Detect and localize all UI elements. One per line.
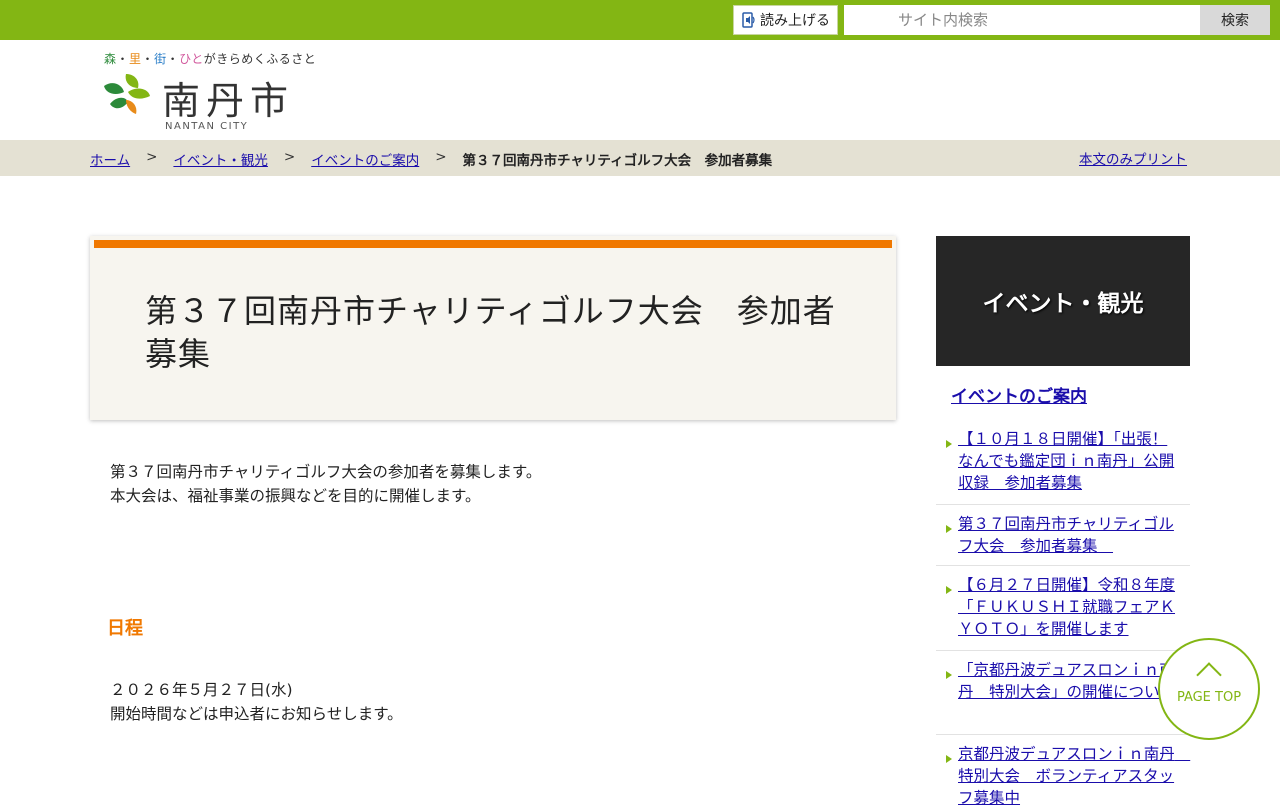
- breadcrumb-separator: >: [283, 149, 296, 165]
- schedule-heading: 日程: [107, 618, 143, 639]
- sidebar-list-item: 【１０月１８日開催】「出張！なんでも鑑定団ｉｎ南丹」公開収録 参加者募集: [936, 428, 1190, 505]
- page-top-label: PAGE TOP: [1176, 690, 1242, 705]
- bullet-triangle-icon: [946, 671, 952, 679]
- title-accent-bar: [94, 240, 892, 248]
- bullet-triangle-icon: [946, 440, 952, 448]
- print-body-link[interactable]: 本文のみプリント: [1079, 148, 1187, 168]
- sidebar-heading: イベント・観光: [936, 236, 1190, 366]
- speaker-icon: [742, 12, 756, 28]
- sidebar-list-item: 【６月２７日開催】令和８年度「ＦＵＫＵＳＨＩ就職フェアＫＹＯＴＯ」を開催します: [936, 574, 1190, 651]
- sidebar-list-item: 「京都丹波デュアスロンｉｎ南丹 特別大会」の開催について: [936, 659, 1190, 735]
- site-logo[interactable]: 森・里・街・ひとがきらめくふるさと 南丹市 NANTAN CITY: [100, 48, 316, 134]
- sidebar-list-item: 京都丹波デュアスロンｉｎ南丹 特別大会 ボランティアスタッフ募集中: [936, 743, 1190, 807]
- intro-text: 第３７回南丹市チャリティゴルフ大会の参加者を募集します。 本大会は、福祉事業の振…: [110, 463, 542, 505]
- breadcrumb-separator: >: [435, 149, 447, 165]
- breadcrumb-events[interactable]: イベント・観光: [173, 149, 268, 169]
- bullet-triangle-icon: [946, 586, 952, 594]
- page-title-card: 第３７回南丹市チャリティゴルフ大会 参加者募集: [90, 236, 896, 420]
- search-input[interactable]: [844, 5, 1200, 35]
- read-aloud-label: 読み上げる: [760, 13, 830, 29]
- read-aloud-button[interactable]: 読み上げる: [733, 5, 838, 35]
- city-emblem-icon: [104, 74, 150, 114]
- site-name: 南丹市: [162, 79, 295, 123]
- page-top-button[interactable]: PAGE TOP: [1158, 638, 1260, 740]
- site-name-en: NANTAN CITY: [165, 121, 249, 132]
- breadcrumb: ホーム > イベント・観光 > イベントのご案内 > 第３７回南丹市チャリティゴ…: [90, 149, 772, 169]
- breadcrumb-home[interactable]: ホーム: [90, 149, 130, 169]
- page-title: 第３７回南丹市チャリティゴルフ大会 参加者募集: [145, 292, 836, 373]
- search-box: [844, 5, 1200, 35]
- sidebar-link[interactable]: 京都丹波デュアスロンｉｎ南丹 特別大会 ボランティアスタッフ募集中: [958, 743, 1190, 809]
- bullet-triangle-icon: [946, 525, 952, 533]
- breadcrumb-current: 第３７回南丹市チャリティゴルフ大会 参加者募集: [462, 153, 773, 169]
- sidebar-link[interactable]: 【１０月１８日開催】「出張！なんでも鑑定団ｉｎ南丹」公開収録 参加者募集: [958, 428, 1176, 494]
- bullet-triangle-icon: [946, 755, 952, 763]
- sidebar-link[interactable]: 「京都丹波デュアスロンｉｎ南丹 特別大会」の開催について: [958, 659, 1176, 703]
- breadcrumb-event-guide[interactable]: イベントのご案内: [311, 149, 419, 169]
- schedule-text: ２０２６年５月２７日(水) 開始時間などは申込者にお知らせします。: [110, 681, 403, 723]
- sidebar-link[interactable]: 【６月２７日開催】令和８年度「ＦＵＫＵＳＨＩ就職フェアＫＹＯＴＯ」を開催します: [958, 574, 1176, 640]
- sidebar-list-item: 第３７回南丹市チャリティゴルフ大会 参加者募集: [936, 513, 1190, 566]
- site-tagline: 森・里・街・ひとがきらめくふるさと: [104, 52, 317, 66]
- sidebar-link[interactable]: 第３７回南丹市チャリティゴルフ大会 参加者募集: [958, 513, 1176, 557]
- breadcrumb-separator: >: [146, 149, 158, 165]
- search-button[interactable]: 検索: [1200, 5, 1270, 35]
- sidebar-subheading-link[interactable]: イベントのご案内: [951, 382, 1087, 407]
- chevron-up-icon: [1196, 662, 1222, 688]
